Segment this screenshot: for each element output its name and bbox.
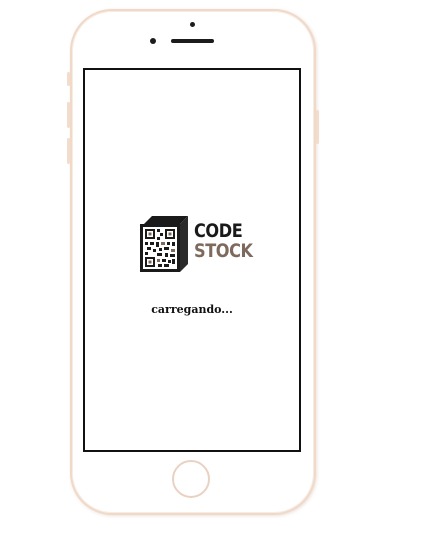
logo-word-code: CODE bbox=[194, 220, 243, 242]
earpiece-speaker bbox=[171, 39, 214, 43]
volume-down-button bbox=[67, 138, 70, 164]
logo-wordmark: CODE STOCK bbox=[194, 222, 263, 261]
mute-switch bbox=[67, 72, 70, 86]
qr-code-box-icon bbox=[140, 216, 188, 272]
code-stock-logo: CODE STOCK bbox=[138, 214, 253, 274]
front-camera bbox=[150, 38, 156, 44]
proximity-sensor bbox=[190, 22, 195, 27]
power-button bbox=[316, 110, 319, 144]
loading-label: carregando... bbox=[151, 303, 233, 316]
logo-word-stock: STOCK bbox=[194, 240, 253, 262]
volume-up-button bbox=[67, 102, 70, 128]
home-button[interactable] bbox=[172, 460, 210, 498]
stage: CODE STOCK carregando... bbox=[0, 0, 426, 535]
